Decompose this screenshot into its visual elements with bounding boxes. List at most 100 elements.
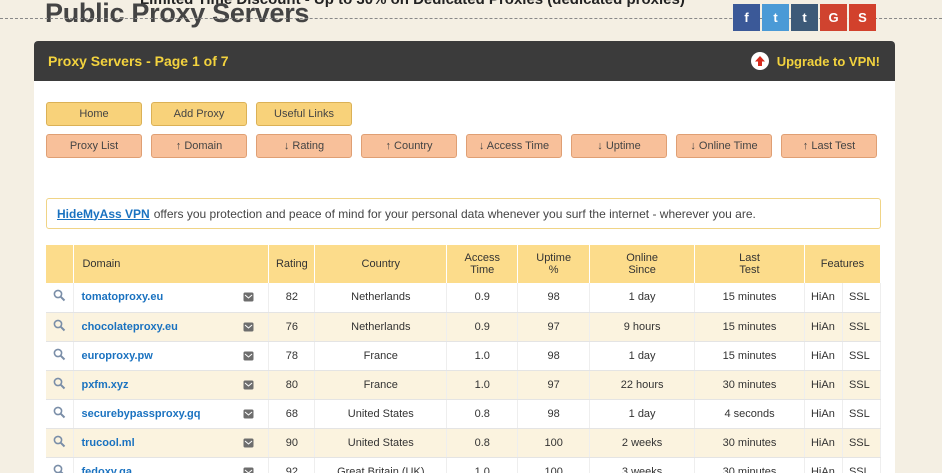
social-share-bar: fttGS	[733, 4, 876, 31]
sort-button-2[interactable]: ↑ Domain	[151, 134, 247, 158]
site-title: Public Proxy Servers	[45, 0, 310, 28]
rating-cell: 90	[268, 428, 316, 458]
uptime-cell: 98	[517, 341, 591, 371]
access-time-cell: 0.9	[446, 312, 519, 342]
uptime-cell: 98	[517, 283, 591, 313]
last-test-cell: 15 minutes	[694, 341, 805, 371]
panel-title: Proxy Servers - Page 1 of 7	[48, 53, 229, 69]
sort-button-1[interactable]: Proxy List	[46, 134, 142, 158]
domain-link[interactable]: pxfm.xyz	[81, 379, 128, 391]
magnifier-icon[interactable]	[53, 319, 66, 335]
nav-button-3[interactable]: Useful Links	[256, 102, 352, 126]
sort-button-7[interactable]: ↓ Online Time	[676, 134, 772, 158]
magnifier-icon[interactable]	[53, 289, 66, 305]
last-test-cell: 4 seconds	[694, 399, 805, 429]
nav-button-2[interactable]: Add Proxy	[151, 102, 247, 126]
report-icon[interactable]	[243, 409, 254, 422]
magnifier-icon[interactable]	[53, 348, 66, 364]
proxy-panel: Proxy Servers - Page 1 of 7 Upgrade to V…	[34, 41, 895, 473]
domain-link[interactable]: tomatoproxy.eu	[81, 291, 163, 303]
report-icon[interactable]	[243, 467, 254, 473]
country-cell: United States	[314, 399, 448, 429]
feature-hian: HiAn	[804, 341, 843, 371]
sort-button-6[interactable]: ↓ Uptime	[571, 134, 667, 158]
upgrade-label: Upgrade to VPN!	[776, 53, 880, 69]
header-blank	[46, 245, 75, 283]
upgrade-vpn-link[interactable]: Upgrade to VPN!	[750, 52, 880, 70]
row-search[interactable]	[46, 341, 75, 371]
feature-ssl: SSL	[842, 283, 882, 313]
nav-button-1[interactable]: Home	[46, 102, 142, 126]
rating-cell: 80	[268, 370, 316, 400]
proxy-table: Domain Rating Country Access Time Uptime% Onli…	[46, 245, 882, 473]
sort-button-3[interactable]: ↓ Rating	[256, 134, 352, 158]
table-row[interactable]: europroxy.pw 78 France 1.0 98 1 day 15 minutes…	[46, 341, 882, 371]
feature-ssl: SSL	[842, 457, 882, 473]
online-since-cell: 1 day	[589, 341, 696, 371]
uptime-cell: 97	[517, 370, 591, 400]
feature-hian: HiAn	[804, 370, 843, 400]
magnifier-icon[interactable]	[53, 464, 66, 473]
last-test-cell: 15 minutes	[694, 312, 805, 342]
feature-ssl: SSL	[842, 399, 882, 429]
row-search[interactable]	[46, 399, 75, 429]
row-search[interactable]	[46, 370, 75, 400]
domain-cell: tomatoproxy.eu	[73, 283, 270, 313]
sort-button-8[interactable]: ↑ Last Test	[781, 134, 877, 158]
row-search[interactable]	[46, 428, 75, 458]
feature-ssl: SSL	[842, 341, 882, 371]
row-search[interactable]	[46, 457, 75, 473]
stumbleupon-icon[interactable]: S	[849, 4, 876, 31]
domain-link[interactable]: trucool.ml	[81, 437, 134, 449]
sort-buttons: Proxy List ↑ Domain ↓ Rating ↑ Country ↓ Acc…	[46, 134, 877, 158]
table-row[interactable]: fedoxy.ga 92 Great Britain (UK) 1.0 100 3 wee…	[46, 457, 882, 473]
google-plus-icon[interactable]: G	[820, 4, 847, 31]
table-row[interactable]: pxfm.xyz 80 France 1.0 97 22 hours 30 minutes H…	[46, 370, 882, 400]
row-search[interactable]	[46, 312, 75, 342]
uptime-cell: 100	[517, 428, 591, 458]
domain-cell: securebypassproxy.gq	[73, 399, 270, 429]
online-since-cell: 1 day	[589, 283, 696, 313]
last-test-cell: 15 minutes	[694, 283, 805, 313]
report-icon[interactable]	[243, 380, 254, 393]
online-since-cell: 22 hours	[589, 370, 696, 400]
column-header: Last Test	[694, 245, 805, 283]
report-icon[interactable]	[243, 322, 254, 335]
country-cell: Netherlands	[314, 283, 448, 313]
domain-link[interactable]: securebypassproxy.gq	[81, 408, 200, 420]
report-icon[interactable]	[243, 292, 254, 305]
domain-link[interactable]: chocolateproxy.eu	[81, 321, 177, 333]
domain-cell: europroxy.pw	[73, 341, 270, 371]
access-time-cell: 0.9	[446, 283, 519, 313]
access-time-cell: 1.0	[446, 370, 519, 400]
domain-link[interactable]: fedoxy.ga	[81, 466, 132, 473]
facebook-icon[interactable]: f	[733, 4, 760, 31]
magnifier-icon[interactable]	[53, 435, 66, 451]
table-row[interactable]: securebypassproxy.gq 68 United States 0.8 98…	[46, 399, 882, 429]
report-icon[interactable]	[243, 351, 254, 364]
hidemyass-vpn-link[interactable]: HideMyAss VPN	[57, 207, 150, 221]
domain-link[interactable]: europroxy.pw	[81, 350, 152, 362]
magnifier-icon[interactable]	[53, 406, 66, 422]
rating-cell: 82	[268, 283, 316, 313]
feature-hian: HiAn	[804, 457, 843, 473]
online-since-cell: 2 weeks	[589, 428, 696, 458]
access-time-cell: 0.8	[446, 399, 519, 429]
magnifier-icon[interactable]	[53, 377, 66, 393]
table-row[interactable]: trucool.ml 90 United States 0.8 100 2 weeks 30…	[46, 428, 882, 458]
feature-hian: HiAn	[804, 428, 843, 458]
domain-cell: chocolateproxy.eu	[73, 312, 270, 342]
report-icon[interactable]	[243, 438, 254, 451]
row-search[interactable]	[46, 283, 75, 313]
feature-ssl: SSL	[842, 370, 882, 400]
table-row[interactable]: chocolateproxy.eu 76 Netherlands 0.9 97 9 hou…	[46, 312, 882, 342]
tumblr-icon[interactable]: t	[791, 4, 818, 31]
twitter-icon[interactable]: t	[762, 4, 789, 31]
column-header: Uptime%	[517, 245, 591, 283]
feature-hian: HiAn	[804, 312, 843, 342]
sort-button-5[interactable]: ↓ Access Time	[466, 134, 562, 158]
sort-button-4[interactable]: ↑ Country	[361, 134, 457, 158]
rating-cell: 78	[268, 341, 316, 371]
table-row[interactable]: tomatoproxy.eu 82 Netherlands 0.9 98 1 day 15 …	[46, 283, 882, 313]
feature-ssl: SSL	[842, 312, 882, 342]
